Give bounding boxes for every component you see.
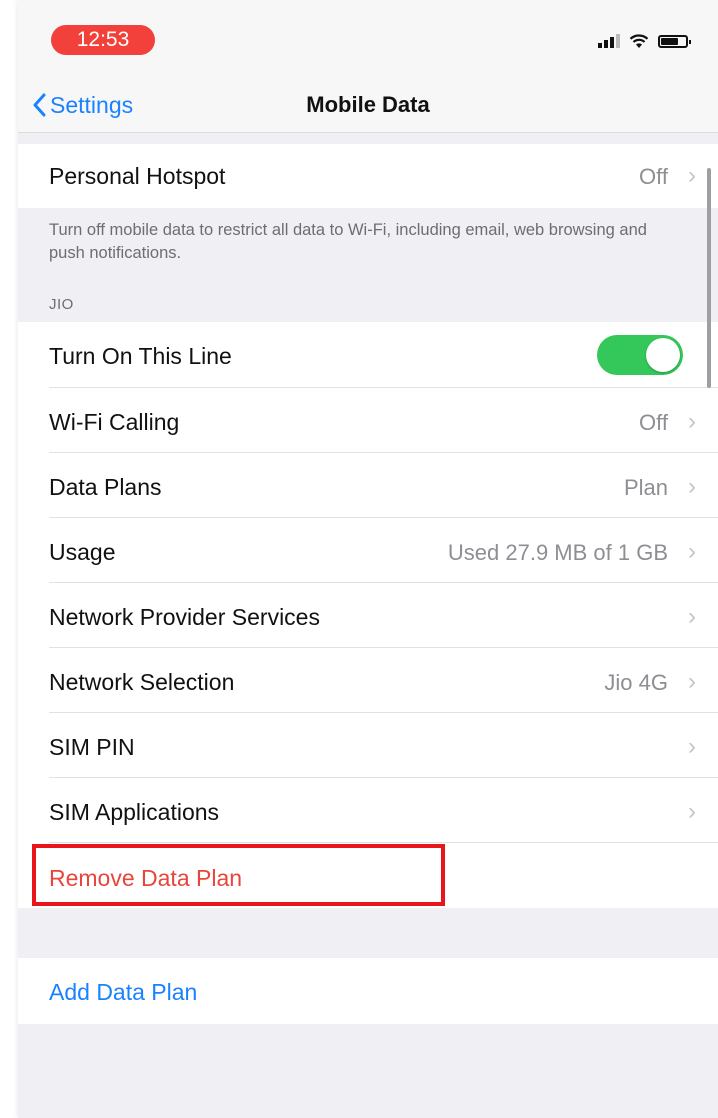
row-label: Data Plans bbox=[49, 474, 162, 500]
toggle-knob bbox=[646, 338, 680, 372]
chevron-right-icon: › bbox=[688, 408, 696, 435]
row-value: Off bbox=[639, 410, 668, 435]
navigation-bar: Settings Mobile Data bbox=[18, 78, 718, 133]
wifi-icon bbox=[629, 33, 649, 48]
battery-icon bbox=[658, 34, 691, 48]
row-sim-pin[interactable]: SIM PIN › bbox=[18, 713, 718, 777]
row-wifi-calling[interactable]: Wi-Fi Calling Off › bbox=[18, 388, 718, 452]
row-network-selection[interactable]: Network Selection Jio 4G › bbox=[18, 648, 718, 712]
status-time: 12:53 bbox=[51, 25, 155, 55]
row-data-plans[interactable]: Data Plans Plan › bbox=[18, 453, 718, 517]
footer-note: Turn off mobile data to restrict all dat… bbox=[49, 221, 647, 262]
row-value: Off bbox=[639, 164, 668, 189]
phone-screen: 12:53 Settings Mobile Data Personal Hots… bbox=[18, 0, 718, 1118]
status-icons bbox=[598, 31, 691, 51]
add-data-plan-label: Add Data Plan bbox=[49, 979, 198, 1005]
chevron-right-icon: › bbox=[688, 668, 696, 695]
row-label: Turn On This Line bbox=[49, 343, 232, 369]
line-toggle-switch[interactable] bbox=[597, 335, 683, 375]
row-turn-on-line: Turn On This Line bbox=[18, 322, 718, 387]
row-value: Plan bbox=[623, 475, 668, 500]
row-label: SIM PIN bbox=[49, 734, 135, 760]
chevron-right-icon: › bbox=[688, 162, 696, 189]
highlight-box bbox=[32, 844, 445, 906]
row-label: Personal Hotspot bbox=[49, 163, 226, 189]
row-personal-hotspot[interactable]: Personal Hotspot Off › bbox=[18, 144, 718, 208]
status-bar: 12:53 bbox=[18, 0, 718, 78]
row-label: Network Selection bbox=[49, 669, 235, 695]
row-network-provider-services[interactable]: Network Provider Services › bbox=[18, 583, 718, 647]
row-label: Network Provider Services bbox=[49, 604, 320, 630]
row-label: Wi-Fi Calling bbox=[49, 409, 180, 435]
section-header: JIO bbox=[49, 296, 74, 313]
add-data-plan-button[interactable]: Add Data Plan bbox=[18, 958, 718, 1024]
row-value: Jio 4G bbox=[604, 670, 668, 695]
chevron-right-icon: › bbox=[688, 798, 696, 825]
scroll-indicator[interactable] bbox=[707, 168, 711, 388]
chevron-right-icon: › bbox=[688, 603, 696, 630]
row-label: Usage bbox=[49, 539, 116, 565]
page-title: Mobile Data bbox=[306, 92, 430, 117]
chevron-right-icon: › bbox=[688, 538, 696, 565]
chevron-right-icon: › bbox=[688, 733, 696, 760]
jio-section: Turn On This Line Wi-Fi Calling Off › Da… bbox=[18, 322, 718, 908]
row-label: SIM Applications bbox=[49, 799, 220, 825]
row-usage[interactable]: Usage Used 27.9 MB of 1 GB › bbox=[18, 518, 718, 582]
signal-icon bbox=[598, 34, 620, 48]
row-sim-applications[interactable]: SIM Applications › bbox=[18, 778, 718, 842]
chevron-right-icon: › bbox=[688, 473, 696, 500]
row-value: Used 27.9 MB of 1 GB bbox=[447, 540, 668, 565]
